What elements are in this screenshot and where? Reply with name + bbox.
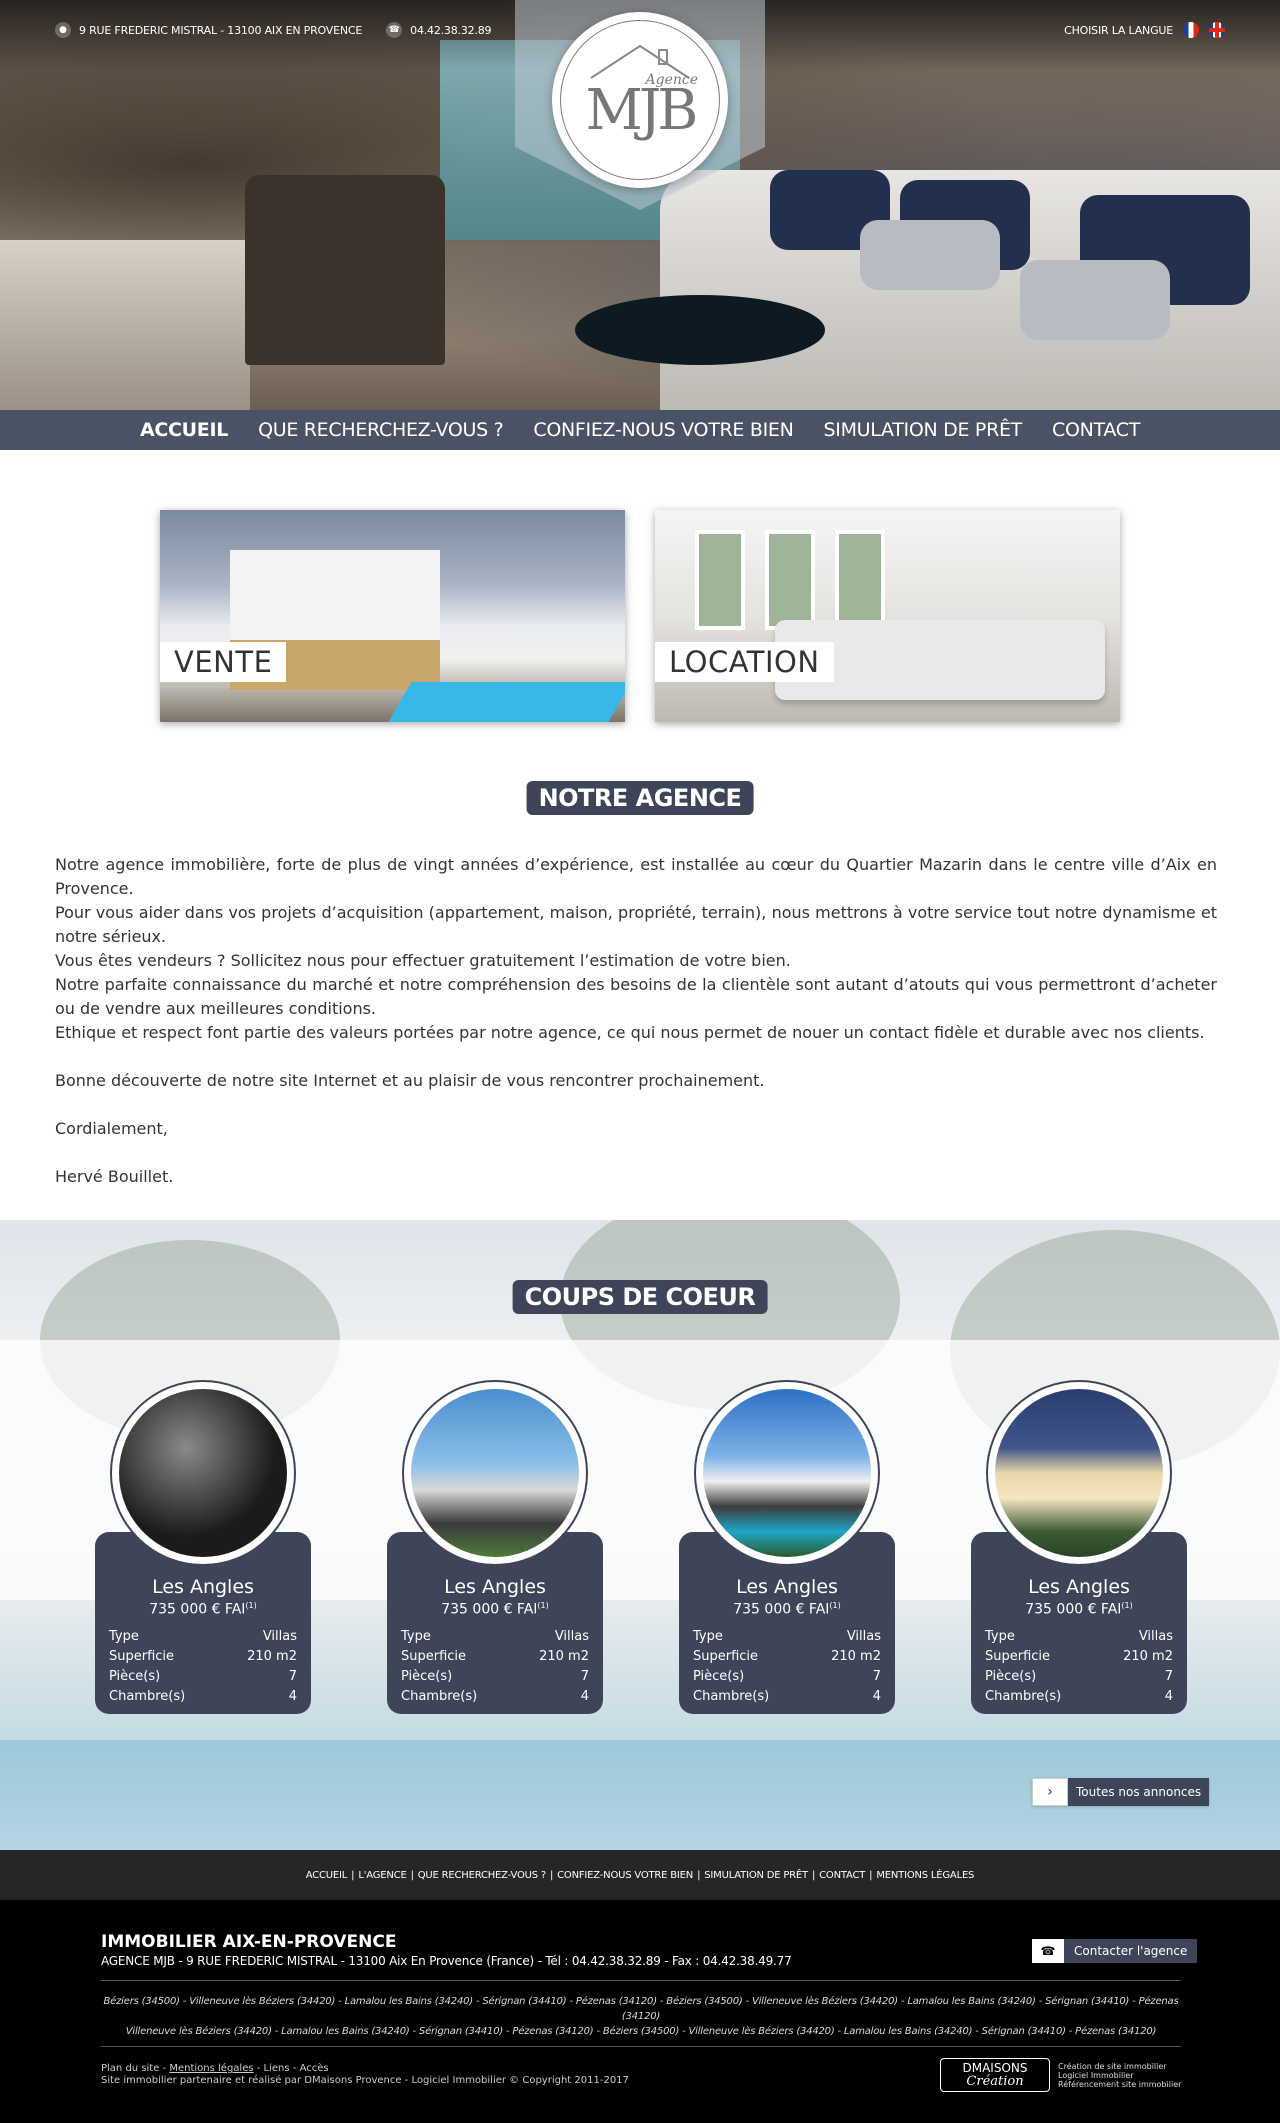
- liens-link[interactable]: Liens: [264, 2063, 290, 2074]
- phone-icon: ☎: [386, 22, 403, 38]
- page: ● 9 RUE FREDERIC MISTRAL - 13100 AIX EN …: [0, 0, 1280, 2123]
- contact-agency-button[interactable]: ☎ Contacter l'agence: [1032, 1939, 1198, 1963]
- all-listings-button[interactable]: › Toutes nos annonces: [1032, 1778, 1210, 1806]
- footer: IMMOBILIER AIX-EN-PROVENCE AGENCE MJB - …: [0, 1900, 1280, 2123]
- agency-title: NOTRE AGENCE: [526, 781, 754, 815]
- nav-contact[interactable]: CONTACT: [1052, 419, 1140, 441]
- chevron-right-icon: ›: [1032, 1778, 1068, 1806]
- property-photo[interactable]: [986, 1380, 1172, 1566]
- logo-subtitle: Agence: [645, 72, 699, 88]
- vente-tile[interactable]: VENTE: [160, 510, 625, 722]
- plan-du-site-link[interactable]: Plan du site: [101, 2063, 159, 2074]
- footer-link-agence[interactable]: L'AGENCE: [358, 1870, 406, 1881]
- footer-address: AGENCE MJB - 9 RUE FREDERIC MISTRAL - 13…: [101, 1954, 792, 1968]
- location-tile[interactable]: LOCATION: [655, 510, 1120, 722]
- footer-link-accueil[interactable]: ACCUEIL: [306, 1870, 348, 1881]
- nav-confiez-nous[interactable]: CONFIEZ-NOUS VOTRE BIEN: [533, 419, 793, 441]
- main-nav: ACCUEIL QUE RECHERCHEZ-VOUS ? CONFIEZ-NO…: [0, 410, 1280, 450]
- property-photo[interactable]: [110, 1380, 296, 1566]
- nav-que-recherchez-vous[interactable]: QUE RECHERCHEZ-VOUS ?: [258, 419, 504, 441]
- footer-link-mentions[interactable]: MENTIONS LÉGALES: [876, 1870, 974, 1881]
- french-flag-icon[interactable]: [1183, 22, 1199, 38]
- footer-links: ACCUEIL | L'AGENCE | QUE RECHERCHEZ-VOUS ?…: [0, 1850, 1280, 1900]
- dmaisons-badge[interactable]: DMAISONS Création Création de site immob…: [940, 2058, 1181, 2092]
- vente-label: VENTE: [160, 642, 287, 682]
- favorites-section: COUPS DE COEUR Les Angles 735 000 € FAI(…: [0, 1220, 1280, 1850]
- agency-text: Notre agence immobilière, forte de plus …: [55, 855, 1217, 1186]
- footer-link-confiez[interactable]: CONFIEZ-NOUS VOTRE BIEN: [557, 1870, 693, 1881]
- footer-title: IMMOBILIER AIX-EN-PROVENCE: [101, 1932, 397, 1952]
- footer-link-simulation[interactable]: SIMULATION DE PRÊT: [704, 1870, 808, 1881]
- legal-links: Plan du site - Mentions légales - Liens …: [101, 2063, 629, 2086]
- property-photo[interactable]: [402, 1380, 588, 1566]
- phone[interactable]: ☎ 04.42.38.32.89: [386, 22, 492, 38]
- property-photo[interactable]: [694, 1380, 880, 1566]
- location-pin-icon: ●: [55, 22, 71, 38]
- category-tiles: VENTE LOCATION: [160, 510, 1120, 722]
- footer-link-recherche[interactable]: QUE RECHERCHEZ-VOUS ?: [418, 1870, 546, 1881]
- uk-flag-icon[interactable]: [1209, 22, 1225, 38]
- mentions-legales-link[interactable]: Mentions légales: [169, 2063, 253, 2074]
- address: ● 9 RUE FREDERIC MISTRAL - 13100 AIX EN …: [55, 22, 362, 38]
- nav-accueil[interactable]: ACCUEIL: [140, 419, 228, 441]
- towns-list: Béziers (34500) - Villeneuve lès Béziers…: [103, 1996, 1179, 2037]
- footer-link-contact[interactable]: CONTACT: [819, 1870, 865, 1881]
- logo[interactable]: MJB Agence: [552, 12, 728, 188]
- phone-icon: ☎: [1032, 1939, 1064, 1963]
- acces-link[interactable]: Accès: [300, 2063, 329, 2074]
- location-label: LOCATION: [655, 642, 834, 682]
- language-selector: CHOISIR LA LANGUE: [1064, 22, 1225, 38]
- nav-simulation-pret[interactable]: SIMULATION DE PRÊT: [824, 419, 1023, 441]
- favorites-title: COUPS DE COEUR: [512, 1280, 768, 1314]
